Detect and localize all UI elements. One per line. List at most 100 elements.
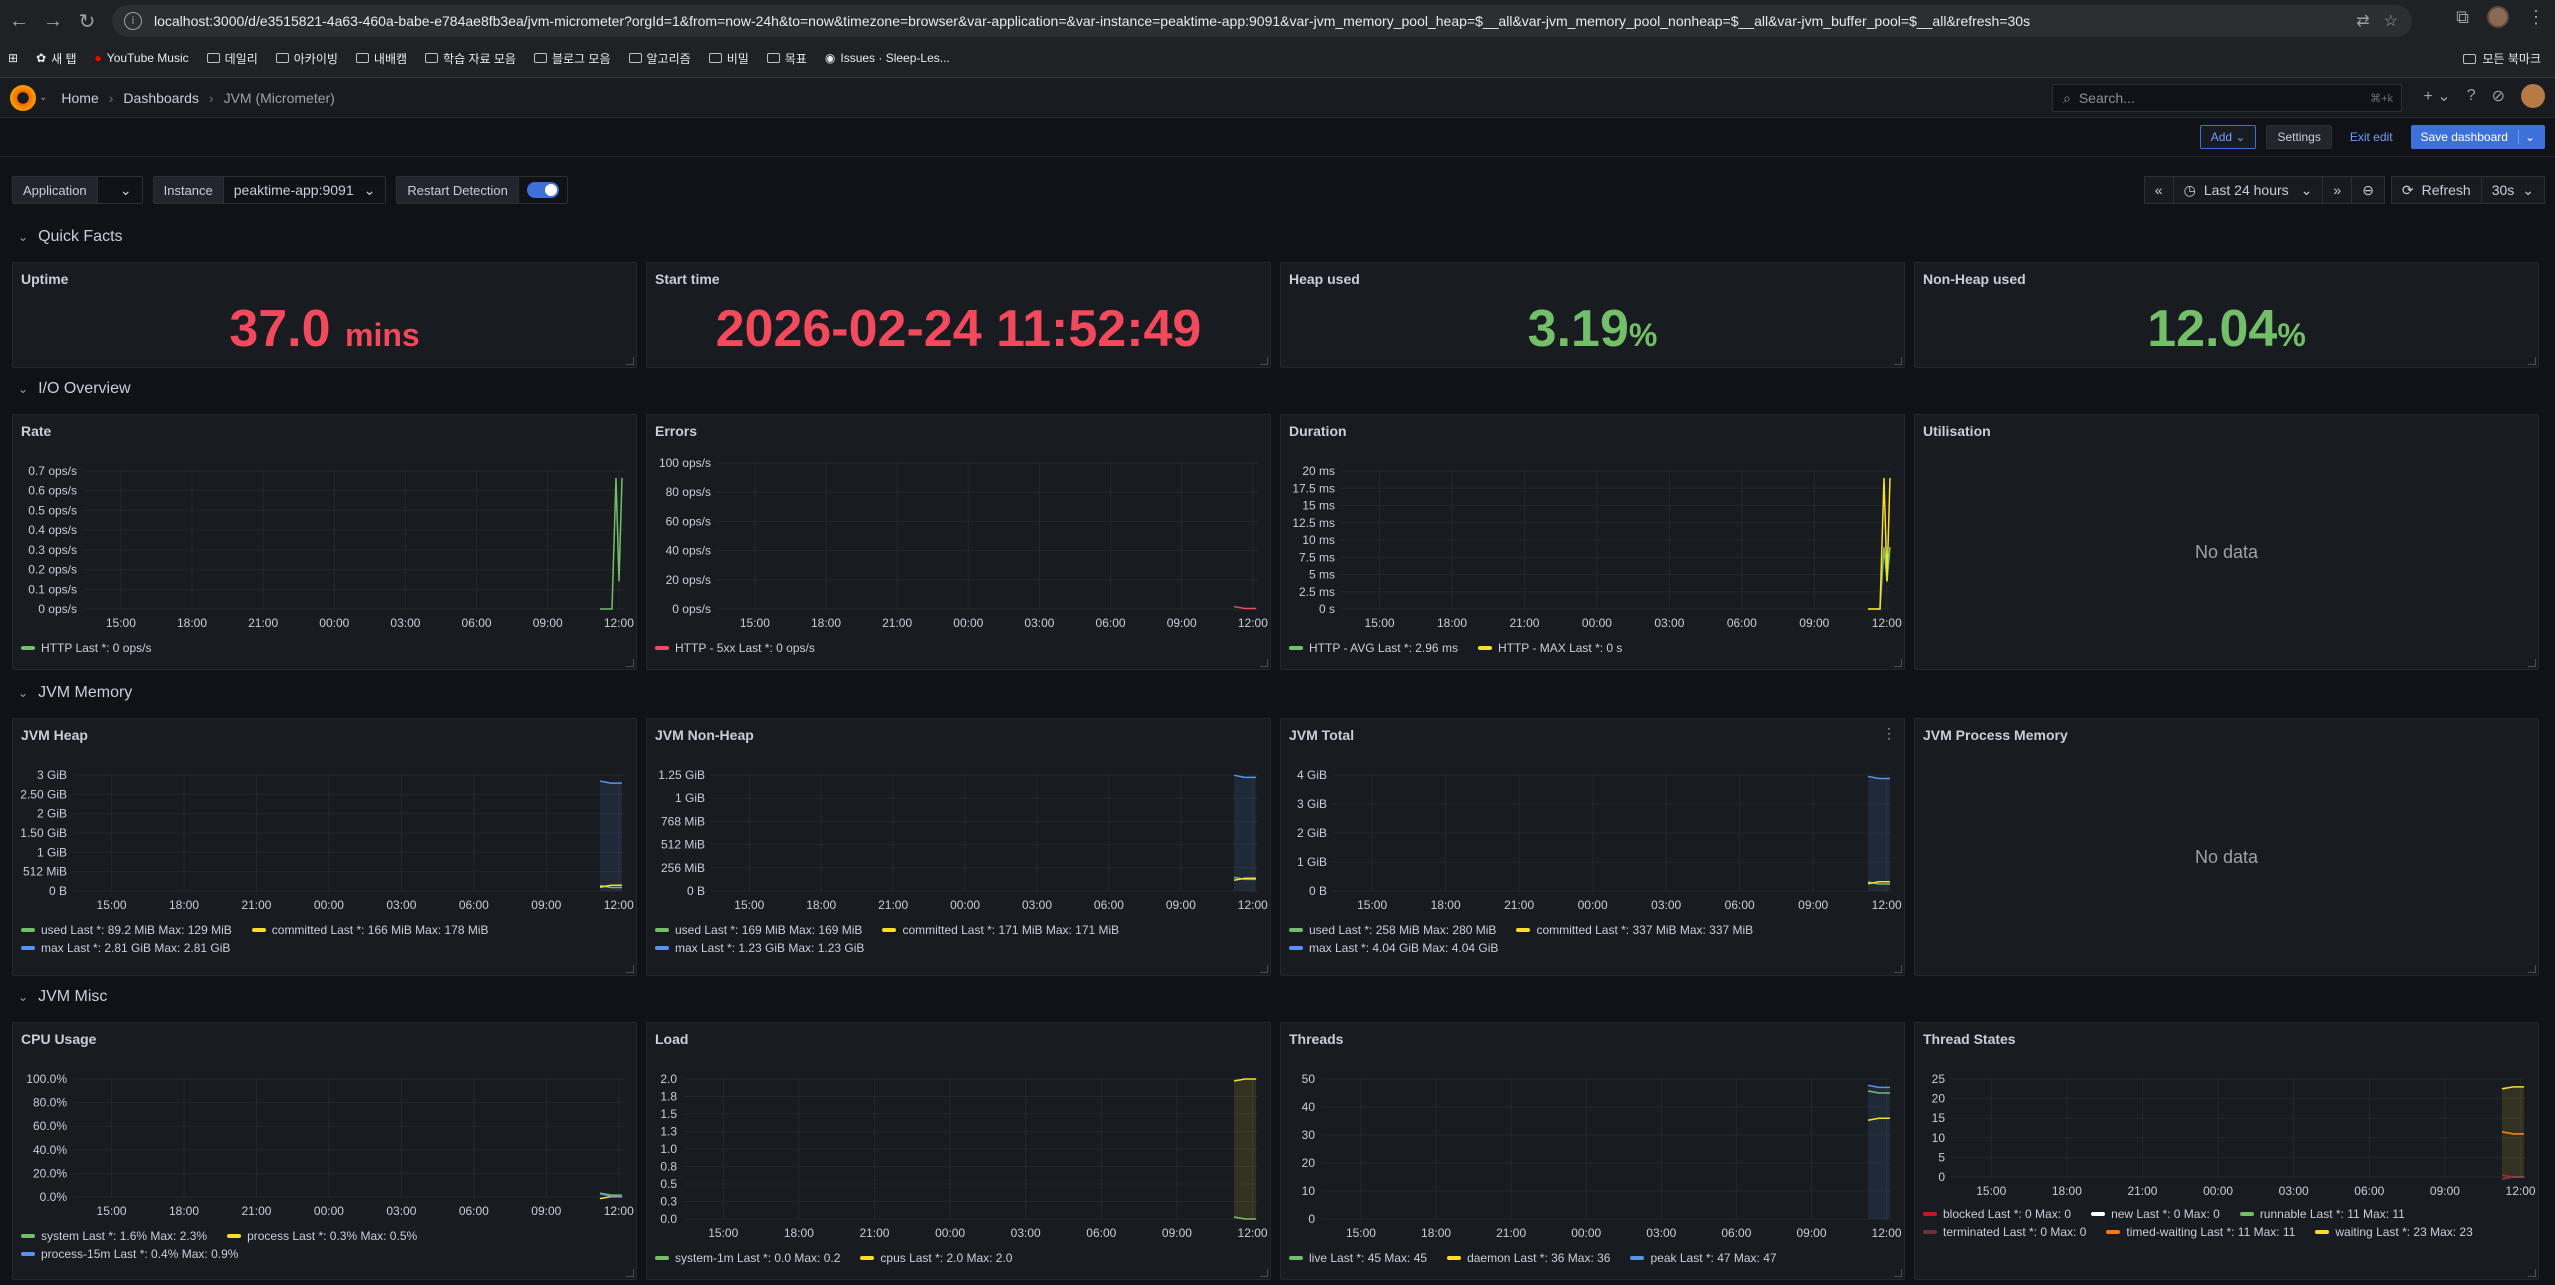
resize-handle[interactable] <box>626 357 634 365</box>
panel-utilisation[interactable]: Utilisation No data <box>1914 414 2539 670</box>
resize-handle[interactable] <box>626 1269 634 1277</box>
restart-detection-variable[interactable]: Restart Detection <box>396 176 568 204</box>
legend-item[interactable]: max Last *: 2.81 GiB Max: 2.81 GiB <box>21 941 230 955</box>
bookmark-folder[interactable]: 블로그 모음 <box>533 50 611 67</box>
instance-variable[interactable]: Instance peaktime-app:9091 ⌄ <box>152 176 387 204</box>
legend-item[interactable]: terminated Last *: 0 Max: 0 <box>1923 1225 2086 1239</box>
profile-avatar[interactable] <box>2487 6 2509 28</box>
legend-item[interactable]: max Last *: 1.23 GiB Max: 1.23 GiB <box>655 941 864 955</box>
refresh-button[interactable]: ⟳ Refresh <box>2390 176 2482 204</box>
panel-menu-icon[interactable]: ⋮ <box>1882 725 1896 742</box>
help-icon[interactable]: ? <box>2467 87 2476 105</box>
legend-item[interactable]: used Last *: 89.2 MiB Max: 129 MiB <box>21 923 232 937</box>
news-icon[interactable]: ⊘ <box>2492 86 2505 106</box>
legend-item[interactable]: HTTP - MAX Last *: 0 s <box>1477 641 1622 655</box>
legend-item[interactable]: live Last *: 45 Max: 45 <box>1289 1251 1427 1265</box>
legend-item[interactable]: blocked Last *: 0 Max: 0 <box>1923 1207 2071 1221</box>
bookmark-folder[interactable]: 알고리즘 <box>628 50 691 67</box>
panel-errors[interactable]: Errors 0 ops/s 20 ops/s 40 ops/s 60 ops/s 80… <box>646 414 1271 670</box>
add-button[interactable]: Add ⌄ <box>2199 125 2257 149</box>
bookmark-folder[interactable]: 데일리 <box>206 50 258 67</box>
all-bookmarks[interactable]: 모든 북마크 <box>2463 50 2541 67</box>
legend-item[interactable]: HTTP Last *: 0 ops/s <box>21 641 152 655</box>
legend-item[interactable]: peak Last *: 47 Max: 47 <box>1630 1251 1777 1265</box>
legend-item[interactable]: process-15m Last *: 0.4% Max: 0.9% <box>21 1247 238 1261</box>
resize-handle[interactable] <box>626 965 634 973</box>
panel-threads[interactable]: Threads 0 10 20 30 40 50 15:00 18:00 21:00 00:00 0… <box>1280 1022 1905 1280</box>
restart-detection-toggle[interactable] <box>526 182 559 198</box>
breadcrumb-dashboards[interactable]: Dashboards <box>123 90 199 106</box>
application-select[interactable]: ⌄ <box>97 177 142 203</box>
time-forward-button[interactable]: » <box>2322 176 2353 204</box>
legend-item[interactable]: runnable Last *: 11 Max: 11 <box>2239 1207 2405 1221</box>
row-io-overview[interactable]: ⌄ I/O Overview <box>18 380 131 398</box>
panel-thread-states[interactable]: Thread States 0 5 10 15 20 25 15:00 18:00 21:00 0… <box>1914 1022 2539 1280</box>
application-variable[interactable]: Application ⌄ <box>12 176 143 204</box>
panel-non-heap-used[interactable]: Non-Heap used 12.04% <box>1914 262 2539 368</box>
breadcrumb-home[interactable]: Home <box>61 90 98 106</box>
bookmark-folder[interactable]: 비밀 <box>708 50 749 67</box>
save-dashboard-button[interactable]: Save dashboard ⌄ <box>2410 125 2545 149</box>
legend-item[interactable]: committed Last *: 337 MiB Max: 337 MiB <box>1516 923 1753 937</box>
bookmark-folder[interactable]: 목표 <box>766 50 807 67</box>
resize-handle[interactable] <box>2528 1269 2536 1277</box>
back-icon[interactable]: ← <box>4 6 34 36</box>
chevron-down-icon[interactable]: ⌄ <box>2517 130 2535 144</box>
resize-handle[interactable] <box>1260 965 1268 973</box>
legend-item[interactable]: timed-waiting Last *: 11 Max: 11 <box>2106 1225 2295 1239</box>
instance-select[interactable]: peaktime-app:9091 ⌄ <box>223 177 386 203</box>
panel-jvm-total[interactable]: JVM Total ⋮ 0 B 1 GiB 2 GiB 3 GiB 4 GiB 15:00… <box>1280 718 1905 976</box>
resize-handle[interactable] <box>1260 357 1268 365</box>
legend-item[interactable]: new Last *: 0 Max: 0 <box>2091 1207 2220 1221</box>
chrome-menu-icon[interactable]: ⋮ <box>2527 7 2545 28</box>
panel-jvm-process-memory[interactable]: JVM Process Memory No data <box>1914 718 2539 976</box>
bookmark-star-icon[interactable]: ☆ <box>2384 11 2398 31</box>
search-input[interactable]: ⌕ Search... ⌘+k <box>2052 84 2402 112</box>
row-jvm-misc[interactable]: ⌄ JVM Misc <box>18 988 107 1006</box>
panel-load[interactable]: Load 0.0 0.3 0.5 0.8 1.0 1.3 1.5 1.8 2.0 15:00 18:… <box>646 1022 1271 1280</box>
legend-item[interactable]: HTTP - 5xx Last *: 0 ops/s <box>655 641 815 655</box>
row-quick-facts[interactable]: ⌄ Quick Facts <box>18 228 123 246</box>
resize-handle[interactable] <box>1894 357 1902 365</box>
bookmark-folder[interactable]: 학습 자료 모음 <box>425 50 516 67</box>
legend-item[interactable]: HTTP - AVG Last *: 2.96 ms <box>1289 641 1458 655</box>
forward-icon[interactable]: → <box>38 6 68 36</box>
apps-grid-icon[interactable]: ⊞ <box>8 51 18 65</box>
address-bar[interactable]: i localhost:3000/d/e3515821-4a63-460a-ba… <box>112 5 2412 37</box>
legend-item[interactable]: max Last *: 4.04 GiB Max: 4.04 GiB <box>1289 941 1498 955</box>
reload-icon[interactable]: ↻ <box>72 6 102 36</box>
bookmark-new-tab[interactable]: ✿ 새 탭 <box>36 50 76 67</box>
time-back-button[interactable]: « <box>2143 176 2174 204</box>
settings-button[interactable]: Settings <box>2266 125 2332 149</box>
legend-item[interactable]: waiting Last *: 23 Max: 23 <box>2315 1225 2473 1239</box>
panel-uptime[interactable]: Uptime 37.0 mins <box>12 262 637 368</box>
legend-item[interactable]: system-1m Last *: 0.0 Max: 0.2 <box>655 1251 840 1265</box>
panel-rate[interactable]: Rate 0 ops/s 0.1 ops/s 0.2 ops/s 0.3 ops/s 0… <box>12 414 637 670</box>
resize-handle[interactable] <box>626 659 634 667</box>
refresh-interval-select[interactable]: 30s ⌄ <box>2480 176 2545 204</box>
resize-handle[interactable] <box>1894 659 1902 667</box>
panel-cpu-usage[interactable]: CPU Usage 0.0% 20.0% 40.0% 60.0% 80.0% 100.0%… <box>12 1022 637 1280</box>
extensions-icon[interactable]: ⧉ <box>2456 7 2469 28</box>
time-range-picker[interactable]: ◷ Last 24 hours ⌄ <box>2172 176 2324 204</box>
resize-handle[interactable] <box>2528 357 2536 365</box>
resize-handle[interactable] <box>1894 1269 1902 1277</box>
resize-handle[interactable] <box>1260 659 1268 667</box>
legend-item[interactable]: used Last *: 258 MiB Max: 280 MiB <box>1289 923 1496 937</box>
panel-jvm-heap[interactable]: JVM Heap 0 B 512 MiB 1 GiB 1.50 GiB 2 GiB 2.5… <box>12 718 637 976</box>
legend-item[interactable]: system Last *: 1.6% Max: 2.3% <box>21 1229 207 1243</box>
bookmark-folder[interactable]: 내배캠 <box>355 50 407 67</box>
resize-handle[interactable] <box>2528 965 2536 973</box>
resize-handle[interactable] <box>1260 1269 1268 1277</box>
legend-item[interactable]: process Last *: 0.3% Max: 0.5% <box>227 1229 417 1243</box>
legend-item[interactable]: cpus Last *: 2.0 Max: 2.0 <box>860 1251 1012 1265</box>
zoom-out-icon[interactable]: ⊖ <box>2351 176 2385 204</box>
row-jvm-memory[interactable]: ⌄ JVM Memory <box>18 684 132 702</box>
panel-jvm-non-heap[interactable]: JVM Non-Heap 0 B 256 MiB 512 MiB 768 MiB 1 G… <box>646 718 1271 976</box>
legend-item[interactable]: committed Last *: 171 MiB Max: 171 MiB <box>882 923 1119 937</box>
site-info-icon[interactable]: i <box>124 12 142 30</box>
resize-handle[interactable] <box>1894 965 1902 973</box>
resize-handle[interactable] <box>2528 659 2536 667</box>
plus-icon[interactable]: + ⌄ <box>2423 86 2450 106</box>
user-avatar[interactable] <box>2521 84 2545 108</box>
